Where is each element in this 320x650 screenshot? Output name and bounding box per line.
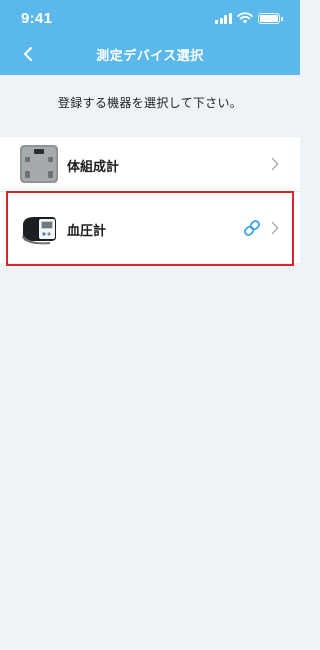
- device-item-body-composition-scale[interactable]: 体組成計: [0, 137, 300, 191]
- app-header: 9:41 測定デバイス選択: [0, 0, 300, 75]
- page-title: 測定デバイス選択: [96, 49, 204, 64]
- blood-pressure-monitor-icon: [22, 217, 56, 245]
- cellular-signal-icon: [215, 12, 232, 24]
- status-icons: [215, 12, 283, 24]
- device-label: 血圧計: [67, 224, 107, 239]
- wifi-icon: [237, 12, 253, 24]
- body-composition-scale-icon: [20, 145, 58, 183]
- status-time: 9:41: [21, 10, 53, 27]
- device-label: 体組成計: [67, 160, 120, 175]
- chevron-right-icon: [271, 157, 279, 171]
- device-item-blood-pressure-monitor[interactable]: 血圧計: [0, 191, 300, 263]
- nav-bar: 測定デバイス選択: [0, 36, 300, 75]
- device-list: 体組成計 血圧計: [0, 137, 300, 263]
- chevron-right-icon: [271, 221, 279, 235]
- link-icon: [244, 220, 260, 236]
- instruction-text: 登録する機器を選択して下さい。: [57, 96, 243, 110]
- battery-icon: [258, 12, 283, 24]
- status-bar: 9:41: [0, 0, 300, 36]
